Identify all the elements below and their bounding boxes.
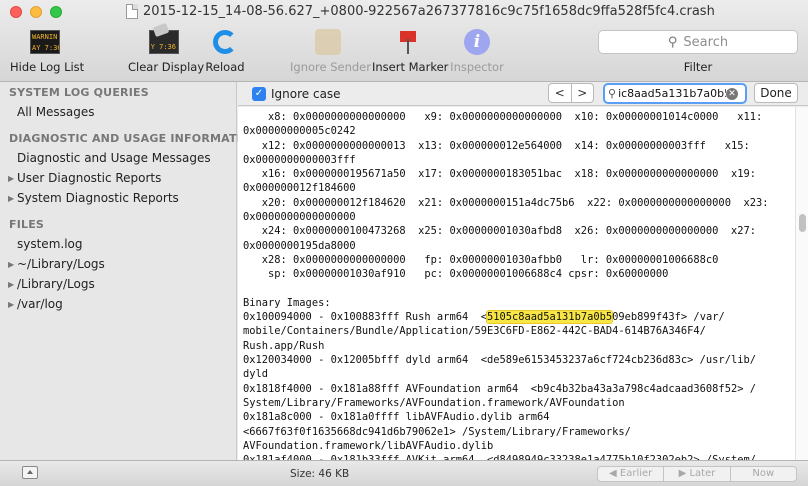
filter-label: Filter	[683, 60, 713, 74]
done-button[interactable]: Done	[754, 83, 798, 103]
sidebar-item-label: /Library/Logs	[17, 277, 95, 291]
ignore-case-label: Ignore case	[271, 87, 341, 101]
clear-display-button[interactable]: Y 7:36 Clear Display	[128, 28, 205, 74]
sidebar-item-user-library-logs[interactable]: ~/Library/Logs	[8, 257, 105, 271]
sidebar-item-label: User Diagnostic Reports	[17, 171, 162, 185]
inspector-button[interactable]: i Inspector	[450, 28, 504, 74]
ignore-sender-label: Ignore Sender	[290, 60, 371, 74]
clear-display-icon: Y 7:36	[149, 30, 179, 54]
clear-display-label: Clear Display	[128, 60, 205, 74]
window-title: 2015-12-15_14-08-56.627_+0800-922567a267…	[143, 4, 715, 19]
inspector-label: Inspector	[450, 60, 504, 74]
log-text-before: x8: 0x0000000000000000 x9: 0x00000000000…	[243, 111, 769, 324]
sidebar-item-all-messages[interactable]: All Messages	[17, 105, 95, 119]
sidebar-item-label: /var/log	[17, 297, 63, 311]
zoom-window-button[interactable]	[50, 6, 62, 18]
find-bar: ✓ Ignore case < > ⚲ ✕ Done	[238, 82, 808, 106]
window-controls	[10, 6, 62, 18]
sidebar-item-library-logs[interactable]: /Library/Logs	[8, 277, 95, 291]
reload-button[interactable]: Reload	[204, 28, 246, 74]
vertical-scrollbar[interactable]	[795, 107, 808, 460]
insert-marker-label: Insert Marker	[372, 60, 449, 74]
find-input[interactable]	[618, 87, 727, 100]
marker-pin-icon	[398, 29, 418, 55]
search-icon: ⚲	[667, 34, 678, 50]
insert-marker-button[interactable]: Insert Marker	[372, 28, 449, 74]
minimize-window-button[interactable]	[30, 6, 42, 18]
search-icon: ⚲	[608, 87, 617, 100]
toggle-sidebar-icon[interactable]	[22, 466, 38, 479]
find-field[interactable]: ⚲ ✕	[603, 83, 747, 104]
time-navigation: ◀ Earlier ▶ Later Now	[597, 466, 797, 482]
sidebar-item-diagnostic-usage-messages[interactable]: Diagnostic and Usage Messages	[17, 151, 211, 165]
log-size-label: Size: 46 KB	[290, 468, 350, 480]
sidebar-section-files: FILES	[9, 218, 45, 231]
sidebar-item-system-log[interactable]: system.log	[17, 237, 83, 251]
filter-search-field[interactable]: ⚲ Search	[598, 30, 798, 54]
search-match-highlight: 5105c8aad5a131b7a0b5	[486, 311, 613, 324]
ignore-sender-icon	[315, 29, 341, 55]
log-list-icon: WARNIN AY 7:36	[30, 30, 60, 54]
hide-log-list-button[interactable]: WARNIN AY 7:36 Hide Log List	[10, 28, 85, 74]
reload-label: Reload	[205, 60, 245, 74]
later-button[interactable]: ▶ Later	[663, 467, 729, 481]
sidebar-section-system-log-queries: SYSTEM LOG QUERIES	[9, 86, 149, 99]
filter-search-placeholder: Search	[683, 34, 729, 50]
reload-icon	[213, 30, 237, 54]
find-previous-button[interactable]: <	[549, 84, 571, 102]
document-icon	[126, 4, 138, 19]
title-toolbar: 2015-12-15_14-08-56.627_+0800-922567a267…	[0, 0, 808, 82]
sidebar-item-system-diagnostic-reports[interactable]: System Diagnostic Reports	[8, 191, 179, 205]
scrollbar-thumb[interactable]	[799, 214, 806, 232]
find-navigation: < >	[548, 83, 594, 103]
log-list-sidebar: SYSTEM LOG QUERIES All Messages DIAGNOST…	[0, 82, 260, 460]
sidebar-item-label: System Diagnostic Reports	[17, 191, 179, 205]
crash-log-text: x8: 0x0000000000000000 x9: 0x00000000000…	[243, 110, 768, 460]
log-text-after: 09eb899f43f> /var/ mobile/Containers/Bun…	[243, 311, 756, 460]
hide-log-list-label: Hide Log List	[10, 60, 85, 74]
log-content[interactable]: x8: 0x0000000000000000 x9: 0x00000000000…	[238, 107, 795, 460]
sidebar-item-label: ~/Library/Logs	[17, 257, 105, 271]
sidebar-section-diagnostic: DIAGNOSTIC AND USAGE INFORMATION	[9, 132, 260, 145]
ignore-sender-button[interactable]: Ignore Sender	[290, 28, 371, 74]
sidebar-item-user-diagnostic-reports[interactable]: User Diagnostic Reports	[8, 171, 161, 185]
now-button[interactable]: Now	[729, 467, 796, 481]
close-window-button[interactable]	[10, 6, 22, 18]
find-next-button[interactable]: >	[570, 84, 594, 102]
status-bar: Size: 46 KB ◀ Earlier ▶ Later Now	[0, 460, 808, 486]
earlier-button[interactable]: ◀ Earlier	[598, 467, 663, 481]
ignore-case-checkbox[interactable]: ✓	[252, 87, 266, 101]
info-icon: i	[464, 29, 490, 55]
clear-search-icon[interactable]: ✕	[726, 87, 739, 100]
console-window: 2015-12-15_14-08-56.627_+0800-922567a267…	[0, 0, 808, 486]
sidebar-item-var-log[interactable]: /var/log	[8, 297, 63, 311]
